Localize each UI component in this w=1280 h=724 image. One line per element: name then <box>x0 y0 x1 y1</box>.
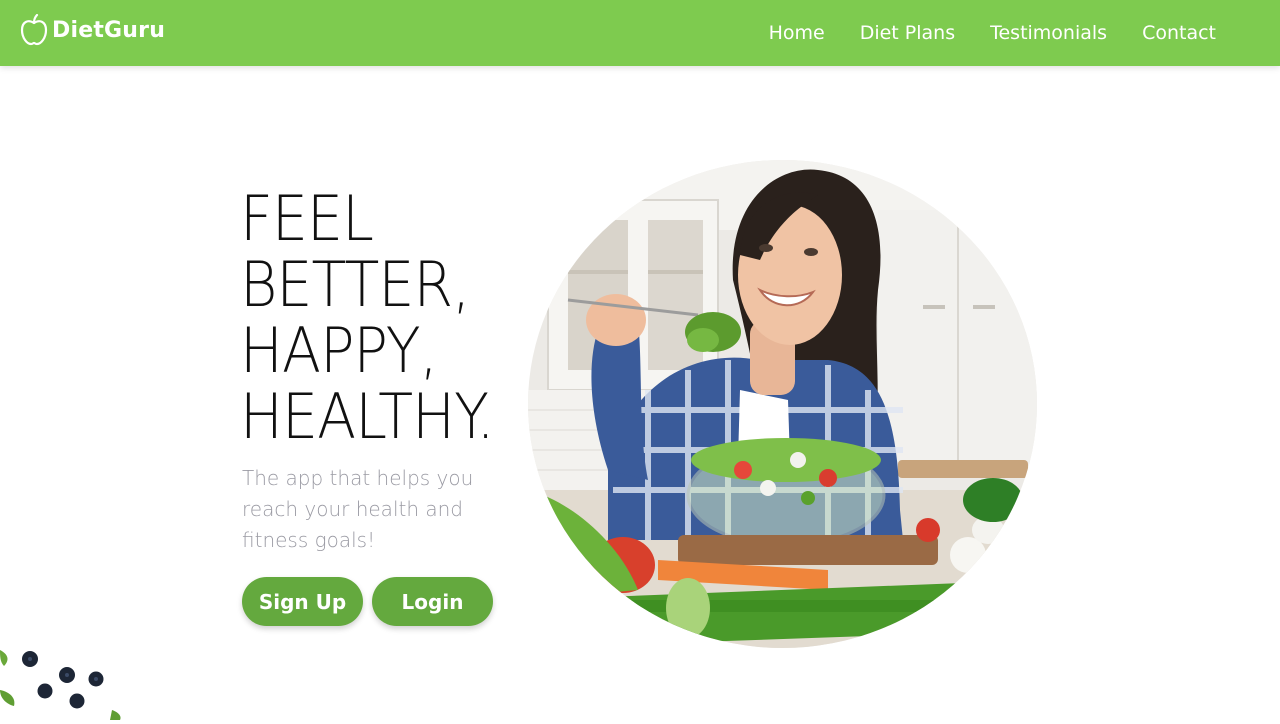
top-navbar: DietGuru Home Diet Plans Testimonials Co… <box>0 0 1280 66</box>
nav-link-diet-plans[interactable]: Diet Plans <box>860 22 955 44</box>
hero-photo <box>528 160 1037 648</box>
hero-title-line: HEALTHY. <box>240 380 495 453</box>
brand-name: DietGuru <box>52 17 166 43</box>
login-button[interactable]: Login <box>372 577 493 626</box>
signup-button[interactable]: Sign Up <box>242 577 363 626</box>
brand-logo[interactable]: DietGuru <box>20 14 165 46</box>
nav-links: Home Diet Plans Testimonials Contact <box>769 0 1216 66</box>
hero-title-line: HAPPY, <box>240 314 438 387</box>
nav-link-testimonials[interactable]: Testimonials <box>990 22 1107 44</box>
apple-icon <box>20 14 48 46</box>
blueberries-decoration <box>0 640 130 720</box>
hero-subtitle: The app that helps you reach your health… <box>242 466 474 552</box>
hero-title-line: BETTER, <box>240 248 470 321</box>
nav-link-contact[interactable]: Contact <box>1142 22 1216 44</box>
hero-title-line: FEEL <box>240 182 374 255</box>
hero-title: FEEL BETTER, HAPPY, HEALTHY. <box>240 182 495 453</box>
nav-link-home[interactable]: Home <box>769 22 825 44</box>
